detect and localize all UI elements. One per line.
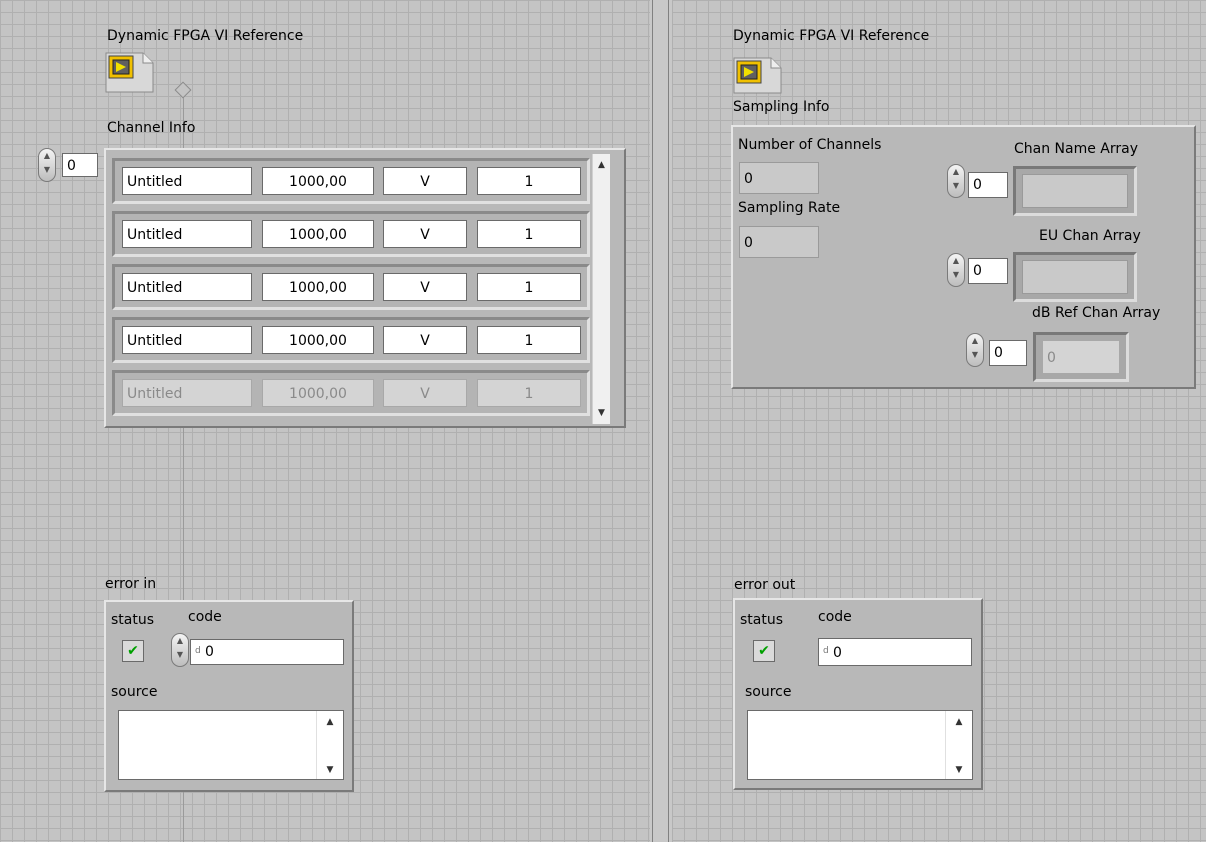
channel-array-scrollbar[interactable]: ▲ ▼ — [592, 154, 610, 424]
channel-scale-field[interactable]: 1 — [477, 167, 581, 195]
channel-name-field[interactable]: Untitled — [122, 220, 252, 248]
channel-rate-field[interactable]: 1000,00 — [262, 273, 374, 301]
chan-name-index-input[interactable]: 0 — [968, 172, 1008, 198]
eu-chan-array-label: EU Chan Array — [1039, 228, 1141, 244]
array-index-input[interactable]: 0 — [62, 153, 98, 177]
error-in-code-input[interactable]: 0 — [190, 639, 344, 665]
channel-name-field[interactable]: Untitled — [122, 273, 252, 301]
eu-chan-index-input[interactable]: 0 — [968, 258, 1008, 284]
channel-unit-field[interactable]: V — [383, 326, 467, 354]
channel-unit-field[interactable]: V — [383, 220, 467, 248]
fpga-ref-label: Dynamic FPGA VI Reference — [107, 28, 304, 44]
eu-chan-element — [1022, 260, 1128, 294]
channel-info-label: Channel Info — [107, 120, 196, 136]
channel-rate-field[interactable]: 1000,00 — [262, 220, 374, 248]
scroll-down-icon[interactable]: ▼ — [946, 765, 972, 775]
error-in-code-spinner[interactable]: ▲ ▼ — [171, 633, 189, 667]
sampling-rate-value: 0 — [739, 226, 819, 258]
error-out-status-label: status — [740, 612, 784, 628]
error-in-status-label: status — [111, 612, 155, 628]
code-format-marker: d — [823, 646, 829, 656]
db-ref-index-spinner[interactable]: ▲ ▼ — [966, 333, 984, 367]
error-out-code-label: code — [818, 609, 852, 625]
channel-scale-field[interactable]: 1 — [477, 273, 581, 301]
db-ref-index-input[interactable]: 0 — [989, 340, 1027, 366]
error-in-label: error in — [105, 576, 157, 592]
error-in-source-label: source — [111, 684, 158, 700]
sampling-info-label: Sampling Info — [733, 99, 830, 115]
chan-name-element — [1022, 174, 1128, 208]
error-out-code-value: 0 — [818, 638, 972, 666]
error-out-source-scrollbar[interactable]: ▲ ▼ — [945, 711, 972, 779]
chan-name-array-label: Chan Name Array — [1014, 141, 1139, 157]
scroll-up-icon[interactable]: ▲ — [946, 717, 972, 727]
channel-rate-field[interactable]: 1000,00 — [262, 167, 374, 195]
error-out-source-field — [747, 710, 973, 780]
channel-scale-field[interactable]: 1 — [477, 220, 581, 248]
channel-name-field[interactable]: Untitled — [122, 326, 252, 354]
error-in-source-field[interactable] — [118, 710, 344, 780]
channel-name-field[interactable]: Untitled — [122, 167, 252, 195]
channel-scale-field[interactable]: 1 — [477, 326, 581, 354]
num-channels-label: Number of Channels — [738, 137, 882, 153]
scroll-down-icon[interactable]: ▼ — [593, 408, 610, 418]
fpga-ref-label-out: Dynamic FPGA VI Reference — [733, 28, 930, 44]
error-in-code-label: code — [188, 609, 222, 625]
scroll-up-icon[interactable]: ▲ — [593, 160, 610, 170]
pane-splitter[interactable] — [650, 0, 672, 842]
channel-unit-field: V — [383, 379, 467, 407]
error-out-status-indicator: ✔ — [753, 640, 775, 662]
db-ref-element: 0 — [1042, 340, 1120, 374]
error-in-status-indicator[interactable]: ✔ — [122, 640, 144, 662]
channel-scale-field: 1 — [477, 379, 581, 407]
fpga-reference-icon[interactable] — [105, 52, 154, 93]
scroll-up-icon[interactable]: ▲ — [317, 717, 343, 727]
channel-unit-field[interactable]: V — [383, 273, 467, 301]
eu-chan-index-spinner[interactable]: ▲ ▼ — [947, 253, 965, 287]
db-ref-chan-array-label: dB Ref Chan Array — [1032, 305, 1161, 321]
error-in-source-scrollbar[interactable]: ▲ ▼ — [316, 711, 343, 779]
chan-name-index-spinner[interactable]: ▲ ▼ — [947, 164, 965, 198]
error-out-label: error out — [734, 577, 796, 593]
sampling-rate-label: Sampling Rate — [738, 200, 841, 216]
channel-rate-field: 1000,00 — [262, 379, 374, 407]
array-index-spinner[interactable]: ▲ ▼ — [38, 148, 56, 182]
channel-unit-field[interactable]: V — [383, 167, 467, 195]
fpga-reference-icon[interactable] — [733, 57, 782, 94]
error-out-source-label: source — [745, 684, 792, 700]
channel-name-field: Untitled — [122, 379, 252, 407]
scroll-down-icon[interactable]: ▼ — [317, 765, 343, 775]
num-channels-value: 0 — [739, 162, 819, 194]
channel-rate-field[interactable]: 1000,00 — [262, 326, 374, 354]
code-format-marker: d — [195, 646, 201, 656]
